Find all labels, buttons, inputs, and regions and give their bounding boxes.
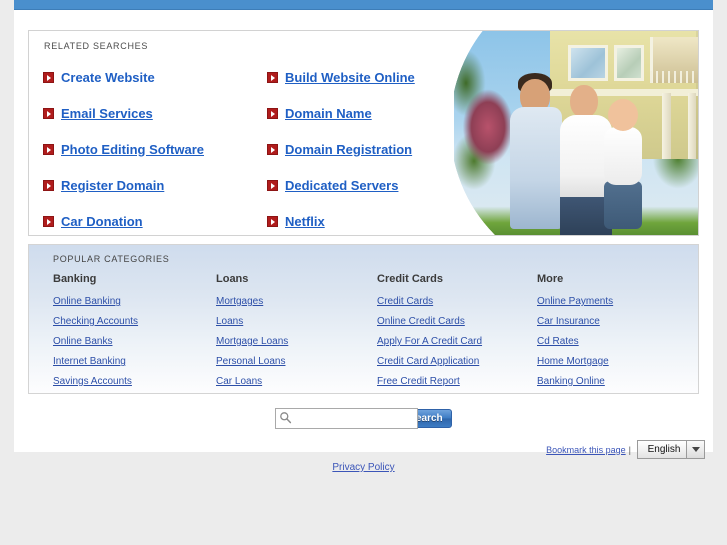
related-search-link[interactable]: Build Website Online: [285, 70, 415, 85]
category-link[interactable]: Internet Banking: [53, 356, 138, 367]
category-link[interactable]: Mortgages: [216, 296, 288, 307]
search-field: [275, 408, 418, 429]
page-panel: RELATED SEARCHES Create Website Email Se…: [14, 10, 713, 459]
related-search-item[interactable]: Create Website: [43, 59, 273, 95]
category-link[interactable]: Home Mortgage: [537, 356, 613, 367]
language-select-value: English: [647, 444, 681, 455]
arrow-bullet-icon: [43, 143, 54, 155]
category-link[interactable]: Savings Accounts: [53, 376, 138, 387]
baby-head: [608, 99, 638, 131]
related-search-link[interactable]: Email Services: [61, 106, 153, 121]
family-figures: [454, 31, 698, 235]
man-shirt: [510, 107, 562, 229]
category-link[interactable]: Banking Online: [537, 376, 613, 387]
related-search-link[interactable]: Photo Editing Software: [61, 142, 204, 157]
category-link[interactable]: Online Payments: [537, 296, 613, 307]
related-search-link[interactable]: Register Domain: [61, 178, 164, 193]
category-column-more: More Online Payments Car Insurance Cd Ra…: [537, 273, 613, 393]
hero-family-photo: [454, 31, 698, 235]
arrow-bullet-icon: [267, 143, 278, 155]
woman-head: [570, 85, 598, 118]
category-link[interactable]: Online Banking: [53, 296, 138, 307]
related-search-item[interactable]: Photo Editing Software: [43, 131, 273, 167]
bookmark-separator: |: [628, 444, 631, 455]
popular-categories-title: POPULAR CATEGORIES: [53, 254, 170, 264]
category-link[interactable]: Car Loans: [216, 376, 288, 387]
arrow-bullet-icon: [43, 71, 54, 83]
arrow-bullet-icon: [267, 215, 278, 227]
related-search-item[interactable]: Car Donation: [43, 203, 273, 235]
category-heading: Loans: [216, 273, 249, 285]
top-blue-bar: [14, 0, 713, 10]
search-input[interactable]: [275, 408, 418, 429]
related-search-link[interactable]: Domain Name: [285, 106, 372, 121]
popular-categories-box: POPULAR CATEGORIES Banking Online Bankin…: [28, 244, 699, 394]
arrow-bullet-icon: [267, 107, 278, 119]
chevron-down-icon[interactable]: [686, 441, 704, 458]
related-search-link[interactable]: Netflix: [285, 214, 325, 229]
arrow-bullet-icon: [43, 179, 54, 191]
privacy-policy-link[interactable]: Privacy Policy: [332, 462, 394, 473]
category-link[interactable]: Apply For A Credit Card: [377, 336, 482, 347]
category-column-credit-cards: Credit Cards Credit Cards Online Credit …: [377, 273, 482, 393]
category-link[interactable]: Mortgage Loans: [216, 336, 288, 347]
category-heading: Credit Cards: [377, 273, 444, 285]
category-heading: Banking: [53, 273, 97, 285]
category-link[interactable]: Online Credit Cards: [377, 316, 482, 327]
arrow-bullet-icon: [267, 71, 278, 83]
related-search-link[interactable]: Car Donation: [61, 214, 143, 229]
category-heading: More: [537, 273, 564, 285]
related-searches-column-left: Create Website Email Services Photo Edit…: [43, 59, 273, 235]
category-column-loans: Loans Mortgages Loans Mortgage Loans Per…: [216, 273, 288, 393]
baby-body: [604, 127, 642, 185]
arrow-bullet-icon: [43, 107, 54, 119]
related-search-link[interactable]: Create Website: [61, 70, 155, 85]
bookmark-this-page-link[interactable]: Bookmark this page: [546, 445, 626, 455]
category-link[interactable]: Credit Cards: [377, 296, 482, 307]
category-link[interactable]: Online Banks: [53, 336, 138, 347]
category-column-banking: Banking Online Banking Checking Accounts…: [53, 273, 138, 393]
related-searches-box: RELATED SEARCHES Create Website Email Se…: [28, 30, 699, 236]
related-search-link[interactable]: Domain Registration: [285, 142, 412, 157]
category-link[interactable]: Free Credit Report: [377, 376, 482, 387]
arrow-bullet-icon: [43, 215, 54, 227]
category-link[interactable]: Car Insurance: [537, 316, 613, 327]
privacy-policy-row: Privacy Policy: [0, 457, 727, 475]
related-searches-title: RELATED SEARCHES: [44, 41, 149, 51]
related-search-item[interactable]: Email Services: [43, 95, 273, 131]
category-link[interactable]: Personal Loans: [216, 356, 288, 367]
category-link[interactable]: Loans: [216, 316, 288, 327]
related-search-item[interactable]: Register Domain: [43, 167, 273, 203]
category-link[interactable]: Cd Rates: [537, 336, 613, 347]
category-link[interactable]: Checking Accounts: [53, 316, 138, 327]
category-link[interactable]: Credit Card Application: [377, 356, 482, 367]
related-search-link[interactable]: Dedicated Servers: [285, 178, 398, 193]
arrow-bullet-icon: [267, 179, 278, 191]
search-row: Search: [14, 408, 713, 429]
baby-legs: [604, 181, 642, 229]
